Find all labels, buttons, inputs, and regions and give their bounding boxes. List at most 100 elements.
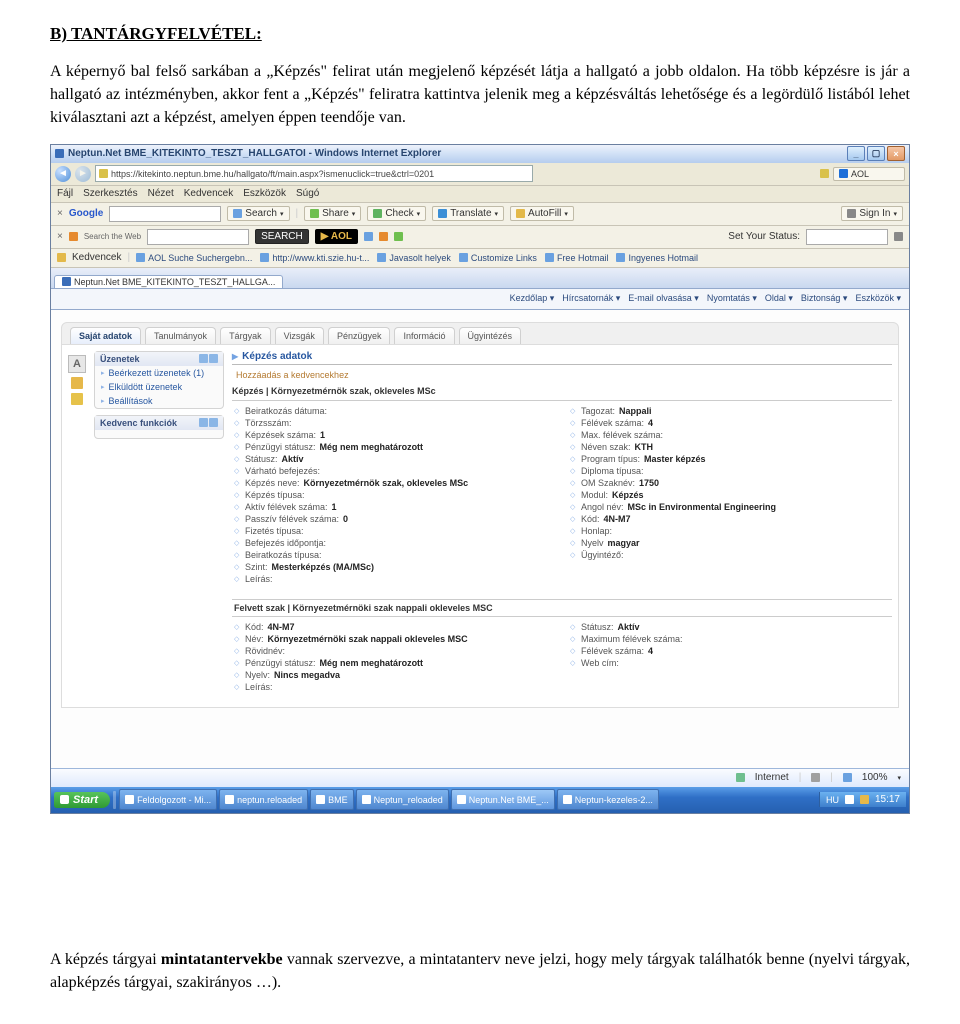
translate-button[interactable]: Translate▾ [432,206,504,221]
aol-icon [69,232,78,241]
aol-search-button[interactable]: SEARCH [255,229,309,244]
data-field: Leírás: [234,681,554,693]
start-button[interactable]: Start [54,792,110,808]
system-tray: HU 15:17 [819,792,906,807]
taskbar-item[interactable]: BME [310,789,354,810]
back-button[interactable]: ◄ [55,166,71,182]
kepzes-subtitle: Képzés | Környezetmérnök szak, okleveles… [232,384,892,401]
minimize-button[interactable]: _ [847,146,865,161]
sidebar-icon-column: A [68,351,86,701]
taskbar-item[interactable]: Feldolgozott - Mi... [119,789,217,810]
page-tab-label: Neptun.Net BME_KITEKINTO_TESZT_HALLGA... [74,277,275,287]
menu-item[interactable]: Nézet [148,188,174,199]
panel-refresh-icon[interactable] [199,354,208,363]
panel-close-icon[interactable] [209,354,218,363]
sidebar-mail-icon[interactable] [71,377,83,389]
forward-button[interactable]: ► [75,166,91,182]
signin-button[interactable]: Sign In▾ [841,206,903,221]
command-bar-item[interactable]: Kezdőlap ▾ [510,293,555,304]
data-field: Tagozat: Nappali [570,405,890,417]
sidebar-messages-panel: Üzenetek Beérkezett üzenetek (1)Elküldöt… [94,351,224,409]
add-favorite-link[interactable]: Hozzáadás a kedvencekhez [232,368,892,384]
aol-search-input[interactable] [147,229,249,245]
data-field: Web cím: [570,657,890,669]
command-bar-item[interactable]: Nyomtatás ▾ [707,293,757,304]
zoom-label: 100% [862,772,888,783]
page-tab-icon [62,277,71,286]
neptun-tab[interactable]: Tárgyak [220,327,271,344]
command-bar-item[interactable]: Hírcsatornák ▾ [562,293,620,304]
google-search-button[interactable]: Search▾ [227,206,289,221]
taskbar-item[interactable]: Neptun-kezeles-2... [557,789,659,810]
neptun-page: Saját adatokTanulmányokTárgyakVizsgákPén… [51,310,909,768]
tb-icon-3[interactable] [394,232,403,241]
favorite-link[interactable]: Free Hotmail [545,253,609,263]
data-field: Státusz: Aktív [570,621,890,633]
sidebar-item[interactable]: Elküldött üzenetek [95,380,223,394]
data-field: Törzsszám: [234,417,554,429]
clock: 15:17 [875,794,900,805]
menu-item[interactable]: Eszközök [243,188,286,199]
tray-icon-2[interactable] [860,795,869,804]
menu-item[interactable]: Fájl [57,188,73,199]
favorite-link[interactable]: Ingyenes Hotmail [616,253,698,263]
autofill-button[interactable]: AutoFill▾ [510,206,574,221]
google-label: Google [69,208,103,219]
taskbar-item[interactable]: Neptun_reloaded [356,789,449,810]
search-provider[interactable]: AOL [833,167,905,181]
favorite-link[interactable]: AOL Suche Suchergebn... [136,253,252,263]
sidebar-item[interactable]: Beérkezett üzenetek (1) [95,366,223,380]
taskbar-item[interactable]: Neptun.Net BME_... [451,789,555,810]
menu-item[interactable]: Kedvencek [184,188,233,199]
language-indicator[interactable]: HU [826,795,839,805]
neptun-tab[interactable]: Pénzügyek [328,327,391,344]
favorite-link[interactable]: Customize Links [459,253,537,263]
sidebar-item[interactable]: Beállítások [95,394,223,408]
taskbar-item[interactable]: neptun.reloaded [219,789,308,810]
status-input[interactable] [806,229,888,245]
neptun-tab[interactable]: Tanulmányok [145,327,216,344]
ie-status-bar: Internet | | 100% ▾ [51,768,909,787]
tb-icon-1[interactable] [364,232,373,241]
favorite-link[interactable]: Javasolt helyek [377,253,451,263]
tb-icon-2[interactable] [379,232,388,241]
sidebar-icon-a[interactable]: A [68,355,86,373]
command-bar-item[interactable]: Oldal ▾ [765,293,793,304]
zoom-icon[interactable] [843,773,852,782]
panel-close-icon-2[interactable] [209,418,218,427]
neptun-tab[interactable]: Ügyintézés [459,327,522,344]
google-search-input[interactable] [109,206,221,222]
window-titlebar: Neptun.Net BME_KITEKINTO_TESZT_HALLGATOI… [51,145,909,163]
data-field: Nyelv magyar [570,537,890,549]
window-title: Neptun.Net BME_KITEKINTO_TESZT_HALLGATOI… [68,148,441,159]
page-tab[interactable]: Neptun.Net BME_KITEKINTO_TESZT_HALLGA... [54,275,283,288]
neptun-tab[interactable]: Vizsgák [275,327,324,344]
check-button[interactable]: Check▾ [367,206,426,221]
close-button[interactable]: × [887,146,905,161]
data-field: Kód: 4N-M7 [234,621,554,633]
star-icon[interactable] [57,253,66,262]
share-button[interactable]: Share▾ [304,206,361,221]
menu-item[interactable]: Szerkesztés [83,188,137,199]
status-go-icon[interactable] [894,232,903,241]
data-field: Maximum félévek száma: [570,633,890,645]
command-bar-item[interactable]: Eszközök ▾ [855,293,901,304]
tray-icon-1[interactable] [845,795,854,804]
data-field: Félévek száma: 4 [570,417,890,429]
neptun-tab[interactable]: Saját adatok [70,327,141,344]
address-row: ◄ ► https://kitekinto.neptun.bme.hu/hall… [51,163,909,186]
panel-refresh-icon-2[interactable] [199,418,208,427]
neptun-tab[interactable]: Információ [394,327,454,344]
maximize-button[interactable]: ▢ [867,146,885,161]
command-bar-item[interactable]: Biztonság ▾ [801,293,848,304]
command-bar-item[interactable]: E-mail olvasása ▾ [628,293,699,304]
data-field: Max. félévek száma: [570,429,890,441]
menu-item[interactable]: Súgó [296,188,319,199]
address-bar[interactable]: https://kitekinto.neptun.bme.hu/hallgato… [95,165,533,182]
favorite-link[interactable]: http://www.kti.szie.hu-t... [260,253,369,263]
sidebar-star-icon[interactable] [71,393,83,405]
data-field: Képzés neve: Környezetmérnök szak, oklev… [234,477,554,489]
data-field: Várható befejezés: [234,465,554,477]
set-status-label: Set Your Status: [728,231,800,242]
data-field: Kód: 4N-M7 [570,513,890,525]
